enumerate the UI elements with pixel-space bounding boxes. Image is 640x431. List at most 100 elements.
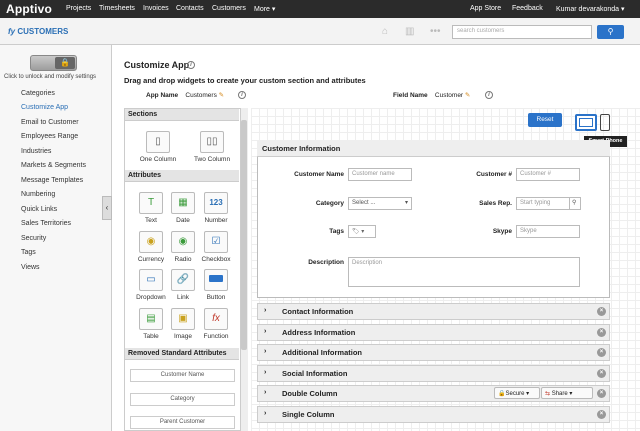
removed-category[interactable]: Category	[130, 393, 235, 406]
image-widget[interactable]: ▣	[171, 308, 195, 330]
radio-widget[interactable]: ◉	[171, 231, 195, 253]
smartphone-icon[interactable]	[600, 114, 610, 131]
chevron-left-icon: ‹	[105, 203, 109, 212]
chevron-right-icon[interactable]: ›	[264, 410, 266, 417]
search-button[interactable]: ⚲	[597, 25, 624, 39]
customer-name-label: Customer Name	[294, 171, 344, 178]
dropdown-icon: ▭	[146, 274, 156, 285]
text-widget[interactable]: T	[139, 192, 163, 214]
sidebar-item-views[interactable]: Views	[21, 264, 40, 271]
nav-invoices[interactable]: Invoices	[143, 5, 169, 12]
secure-dropdown[interactable]: 🔒Secure ▾	[494, 387, 540, 399]
attributes-heading: Attributes	[125, 170, 239, 182]
button-widget[interactable]	[204, 269, 228, 291]
section-title: Single Column	[282, 410, 335, 419]
description-textarea[interactable]: Description	[348, 257, 580, 287]
close-icon[interactable]: ×	[597, 348, 606, 357]
nav-app-store[interactable]: App Store	[470, 5, 501, 12]
user-menu[interactable]: Kumar devarakonda ▾	[556, 5, 625, 13]
sidebar-item-security[interactable]: Security	[21, 235, 46, 242]
sales-rep-input[interactable]: Start typing	[516, 197, 570, 210]
nav-customers[interactable]: Customers	[212, 5, 246, 12]
button-label: Button	[206, 294, 226, 301]
sidebar-item-sales-territories[interactable]: Sales Territories	[21, 220, 71, 227]
collapse-sidebar-button[interactable]: ‹	[102, 196, 112, 220]
removed-customer-name[interactable]: Customer Name	[130, 369, 235, 382]
sidebar-item-email-to-customer[interactable]: Email to Customer	[21, 119, 79, 126]
panel-scroll-thumb[interactable]	[241, 120, 247, 350]
customer-information-title[interactable]: Customer Information	[257, 140, 610, 157]
sidebar-item-employees-range[interactable]: Employees Range	[21, 133, 78, 140]
chevron-right-icon[interactable]: ›	[264, 369, 266, 376]
tag-icon: 🏷	[352, 229, 360, 235]
share-label: Share ▾	[551, 391, 573, 397]
skype-label: Skype	[492, 228, 512, 235]
apptivo-logo[interactable]: Apptivo	[6, 2, 52, 16]
checkbox-icon: ☑	[211, 236, 221, 247]
info-icon[interactable]: i	[238, 91, 246, 99]
category-select-value: Select ...	[352, 200, 376, 206]
lock-icon[interactable]: 🔒	[55, 57, 75, 69]
sidebar-item-quick-links[interactable]: Quick Links	[21, 206, 57, 213]
sales-rep-search-button[interactable]: ⚲	[569, 197, 581, 210]
sidebar-item-tags[interactable]: Tags	[21, 249, 36, 256]
close-icon[interactable]: ×	[597, 389, 606, 398]
close-icon[interactable]: ×	[597, 328, 606, 337]
unlock-hint: Click to unlock and modify settings	[4, 74, 97, 80]
chevron-right-icon[interactable]: ›	[264, 307, 266, 314]
sidebar-item-numbering[interactable]: Numbering	[21, 191, 55, 198]
section-title: Additional Information	[282, 348, 362, 357]
number-widget[interactable]: 123	[204, 192, 228, 214]
sidebar-item-categories[interactable]: Categories	[21, 90, 55, 97]
function-widget[interactable]: fx	[204, 308, 228, 330]
date-widget[interactable]: ▦	[171, 192, 195, 214]
share-dropdown[interactable]: ⇆ Share ▾	[541, 387, 593, 399]
sidebar-item-message-templates[interactable]: Message Templates	[21, 177, 83, 184]
edit-pencil-icon[interactable]: ✎	[465, 92, 470, 99]
settings-sidebar	[0, 45, 112, 431]
customer-number-input[interactable]: Customer #	[516, 168, 580, 181]
table-widget[interactable]: ▤	[139, 308, 163, 330]
removed-parent-customer[interactable]: Parent Customer	[130, 416, 235, 429]
nav-feedback[interactable]: Feedback	[512, 5, 543, 12]
one-column-widget[interactable]: ▯	[146, 131, 170, 153]
skype-input[interactable]: Skype	[516, 225, 580, 238]
chevron-right-icon[interactable]: ›	[264, 328, 266, 335]
checkbox-widget[interactable]: ☑	[204, 231, 228, 253]
info-icon[interactable]: i	[187, 61, 195, 69]
category-select[interactable]: Select ... ▾	[348, 197, 412, 210]
sidebar-item-markets-segments[interactable]: Markets & Segments	[21, 162, 86, 169]
close-icon[interactable]: ×	[597, 410, 606, 419]
nav-contacts[interactable]: Contacts	[176, 5, 204, 12]
reset-button[interactable]: Reset	[528, 113, 562, 127]
currency-widget[interactable]: ◉	[139, 231, 163, 253]
function-icon: fx	[212, 313, 220, 324]
app-title[interactable]: fy CUSTOMERS	[8, 27, 68, 36]
two-column-icon: ▯▯	[206, 136, 218, 147]
close-icon[interactable]: ×	[597, 307, 606, 316]
edit-pencil-icon[interactable]: ✎	[219, 92, 224, 99]
close-icon[interactable]: ×	[597, 369, 606, 378]
more-icon[interactable]: •••	[430, 26, 444, 37]
chevron-right-icon[interactable]: ›	[264, 348, 266, 355]
number-icon: 123	[209, 198, 223, 207]
share-icon: ⇆	[545, 391, 551, 397]
search-input[interactable]: search customers	[452, 25, 592, 39]
nav-projects[interactable]: Projects	[66, 5, 91, 12]
link-widget[interactable]: 🔗	[171, 269, 195, 291]
reports-icon[interactable]: ▥	[405, 26, 419, 37]
customer-name-input[interactable]: Customer name	[348, 168, 412, 181]
sidebar-item-industries[interactable]: Industries	[21, 148, 51, 155]
nav-timesheets[interactable]: Timesheets	[99, 5, 135, 12]
tablet-icon	[579, 118, 593, 127]
dropdown-widget[interactable]: ▭	[139, 269, 163, 291]
home-icon[interactable]: ⌂	[382, 26, 396, 37]
two-column-widget[interactable]: ▯▯	[200, 131, 224, 153]
tags-dropdown[interactable]: 🏷 ▾	[348, 225, 376, 238]
sidebar-item-customize-app[interactable]: Customize App	[21, 104, 68, 111]
nav-more[interactable]: More ▾	[254, 5, 275, 13]
app-name-row: App Name Customers ✎	[146, 91, 224, 99]
chevron-right-icon[interactable]: ›	[264, 389, 266, 396]
one-column-icon: ▯	[155, 136, 161, 147]
info-icon[interactable]: i	[485, 91, 493, 99]
